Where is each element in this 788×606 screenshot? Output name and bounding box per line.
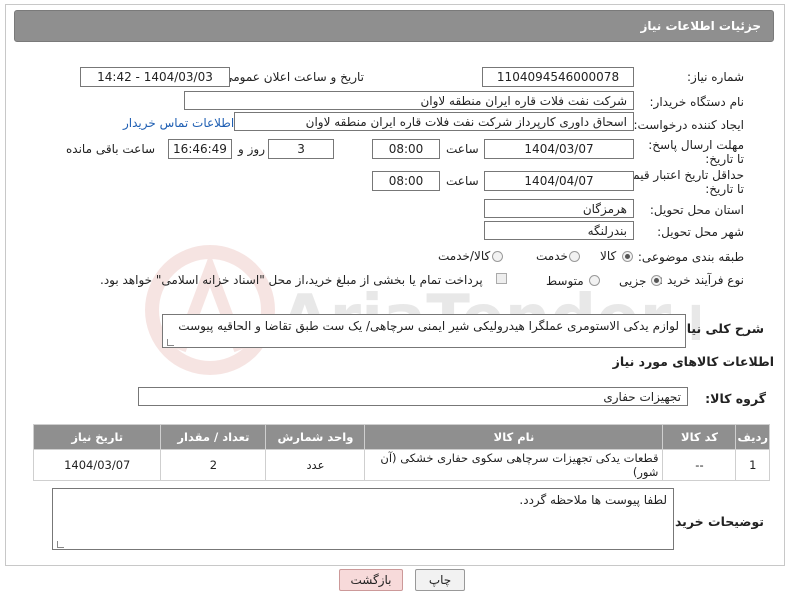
- buyer-notes-label: توضیحات خریدار:: [658, 514, 764, 529]
- deadline-date-field: 1404/03/07: [484, 139, 634, 159]
- table-row: 1 -- قطعات یدکی تجهیزات سرچاهی سکوی حفار…: [32, 449, 770, 481]
- category-option-goods: کالا: [600, 249, 617, 263]
- goods-group-label: گروه کالا:: [705, 391, 766, 406]
- description-text: لوازم یدکی الاستومری عملگرا هیدرولیکی شی…: [178, 319, 679, 333]
- col-date-header: تاریخ نیاز: [32, 424, 162, 450]
- process-radio-medium[interactable]: [589, 275, 600, 286]
- treasury-payment-checkbox[interactable]: [496, 273, 507, 284]
- province-field: هرمزگان: [484, 199, 634, 218]
- col-qty-header: تعداد / مقدار: [160, 424, 267, 450]
- cell-name: قطعات یدکی تجهیزات سرچاهی سکوی حفاری خشک…: [364, 449, 664, 481]
- cell-date: 1404/03/07: [32, 449, 162, 481]
- cell-unit: عدد: [265, 449, 366, 481]
- city-label: شهر محل تحویل:: [657, 225, 744, 239]
- requester-field: اسحاق داوری کارپرداز شرکت نفت فلات قاره …: [234, 112, 634, 131]
- price-validity-time-field: 08:00: [372, 171, 440, 191]
- back-button[interactable]: بازگشت: [339, 569, 403, 591]
- goods-section-title: اطلاعات کالاهای مورد نیاز: [612, 354, 774, 369]
- category-radio-goods-service[interactable]: [492, 251, 503, 262]
- requester-label: ایجاد کننده درخواست:: [633, 118, 744, 132]
- need-number-label: شماره نیاز:: [687, 70, 744, 84]
- province-label: استان محل تحویل:: [649, 203, 744, 217]
- notes-resize-handle-icon[interactable]: [57, 541, 64, 548]
- days-label: روز و: [238, 142, 265, 156]
- description-label: شرح کلی نیاز:: [674, 321, 764, 336]
- col-row-header: ردیف: [735, 424, 770, 450]
- category-option-service: خدمت: [536, 249, 568, 263]
- buyer-org-label: نام دستگاه خریدار:: [649, 95, 745, 109]
- need-number-field: 1104094546000078: [482, 67, 634, 87]
- resize-handle-icon[interactable]: [167, 339, 174, 346]
- buyer-contact-link[interactable]: اطلاعات تماس خریدار: [123, 116, 234, 130]
- col-code-header: کد کالا: [662, 424, 737, 450]
- col-unit-header: واحد شمارش: [265, 424, 366, 450]
- price-validity-date-field: 1404/04/07: [484, 171, 634, 191]
- col-name-header: نام کالا: [364, 424, 664, 450]
- print-button[interactable]: چاپ: [415, 569, 465, 591]
- deadline-label: مهلت ارسال پاسخ: تا تاریخ:: [648, 138, 744, 166]
- process-radio-minor[interactable]: [651, 275, 662, 286]
- deadline-time-label: ساعت: [446, 142, 479, 156]
- goods-table-header: ردیف کد کالا نام کالا واحد شمارش تعداد /…: [32, 424, 770, 450]
- process-label: نوع فرآیند خرید :: [659, 273, 744, 287]
- cell-code: --: [662, 449, 737, 481]
- deadline-time-field: 08:00: [372, 139, 440, 159]
- process-option-medium: متوسط: [546, 274, 584, 288]
- category-radio-goods[interactable]: [622, 251, 633, 262]
- category-option-goods-service: کالا/خدمت: [438, 249, 491, 263]
- goods-table: ردیف کد کالا نام کالا واحد شمارش تعداد /…: [32, 424, 770, 481]
- category-radio-service[interactable]: [569, 251, 580, 262]
- announce-field: 1404/03/03 - 14:42: [80, 67, 230, 87]
- announce-label: تاریخ و ساعت اعلان عمومی:: [219, 70, 364, 84]
- buyer-org-field: شرکت نفت فلات قاره ایران منطقه لاوان: [184, 91, 634, 110]
- buyer-notes-text: لطفا پیوست ها ملاحظه گردد.: [519, 493, 667, 507]
- buyer-notes-field: لطفا پیوست ها ملاحظه گردد.: [52, 488, 674, 550]
- cell-row: 1: [735, 449, 770, 481]
- remaining-time-field: 16:46:49: [168, 139, 232, 159]
- page-title-bar: جزئیات اطلاعات نیاز: [14, 10, 774, 42]
- payment-note: پرداخت تمام یا بخشی از مبلغ خرید،از محل …: [100, 273, 483, 287]
- remaining-label: ساعت باقی مانده: [66, 142, 156, 156]
- description-field: لوازم یدکی الاستومری عملگرا هیدرولیکی شی…: [162, 314, 686, 348]
- cell-qty: 2: [160, 449, 267, 481]
- process-option-minor: جزیی: [619, 274, 647, 288]
- goods-group-field: تجهیزات حفاری: [138, 387, 688, 406]
- price-validity-time-label: ساعت: [446, 174, 479, 188]
- category-label: طبقه بندی موضوعی:: [637, 250, 744, 264]
- days-field: 3: [268, 139, 334, 159]
- page-title: جزئیات اطلاعات نیاز: [640, 19, 761, 33]
- city-field: بندرلنگه: [484, 221, 634, 240]
